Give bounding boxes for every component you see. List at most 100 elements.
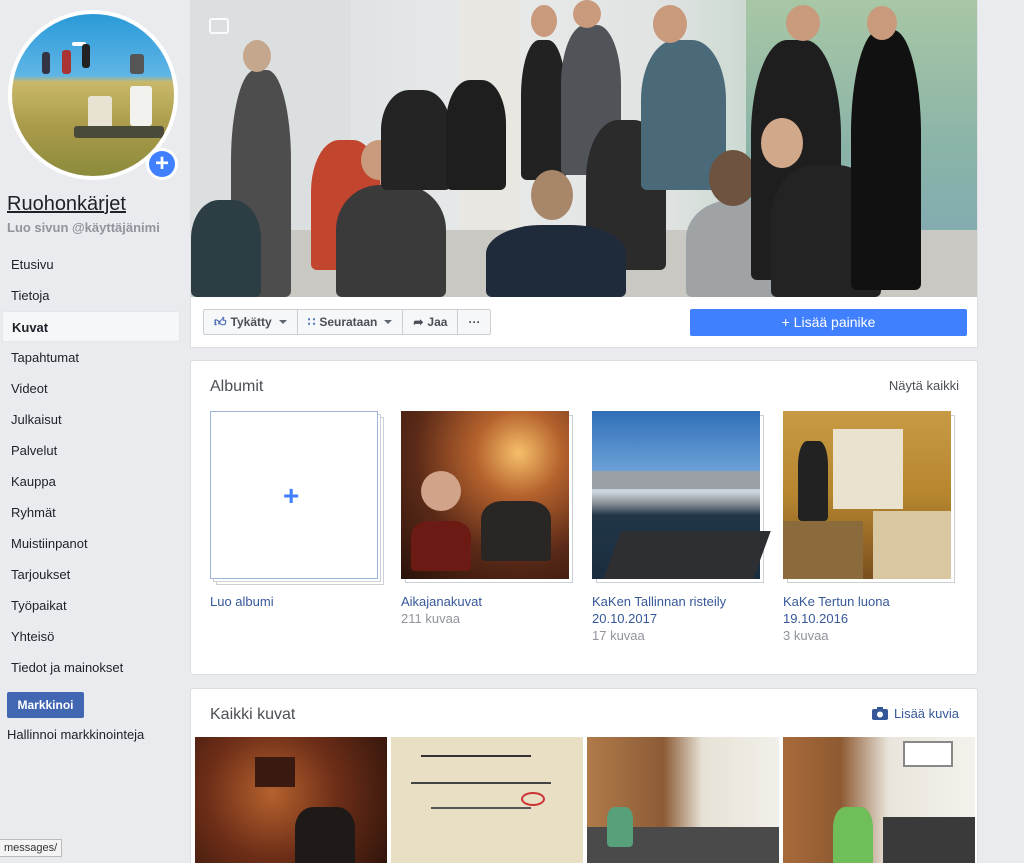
photo-detail: [446, 80, 506, 190]
add-photos-label: Lisää kuvia: [893, 706, 959, 721]
nav-item-tietoja[interactable]: Tietoja: [2, 280, 180, 311]
album-title[interactable]: KaKe Tertun luona 19.10.2016: [783, 594, 890, 626]
album-name[interactable]: KaKe Tertun luona 19.10.2016 3 kuvaa: [783, 593, 958, 644]
photo-detail: [191, 200, 261, 297]
nav-item-kauppa[interactable]: Kauppa: [2, 466, 180, 497]
nav-item-kuvat[interactable]: Kuvat: [2, 311, 180, 342]
share-label: Jaa: [427, 315, 448, 329]
photo-detail: [709, 150, 757, 206]
album-title[interactable]: KaKen Tallinnan risteily 20.10.2017: [592, 594, 726, 626]
photo-detail: [521, 792, 545, 806]
nav-item-yhteiso[interactable]: Yhteisö: [2, 621, 180, 652]
nav-item-ryhmat[interactable]: Ryhmät: [2, 497, 180, 528]
photo-detail: [653, 5, 687, 43]
photo-thumbnail[interactable]: [195, 737, 387, 863]
update-profile-picture-button[interactable]: +: [146, 148, 178, 180]
like-label: Tykätty: [230, 315, 272, 329]
nav-item-videot[interactable]: Videot: [2, 373, 180, 404]
page-actions: 👍︎ Tykätty ∷ Seurataan ➦ Jaa ···: [203, 309, 492, 335]
cover-card: 👍︎ Tykätty ∷ Seurataan ➦ Jaa ··· + Lisää…: [190, 0, 978, 348]
photo-detail: [531, 5, 557, 37]
photo-thumbnail[interactable]: [783, 737, 975, 863]
plus-icon: +: [781, 314, 790, 330]
album-photo-count: 211 kuvaa: [401, 611, 461, 626]
add-photos-button[interactable]: Lisää kuvia: [871, 706, 959, 721]
album-name[interactable]: Aikajanakuvat 211 kuvaa: [401, 593, 576, 627]
plus-icon: +: [283, 480, 300, 511]
album-tallinnan-risteily[interactable]: KaKen Tallinnan risteily 20.10.2017 17 k…: [592, 411, 771, 643]
photo-detail: [607, 807, 633, 847]
album-photo-count: 17 kuvaa: [592, 628, 645, 643]
like-button[interactable]: 👍︎ Tykätty: [204, 310, 298, 334]
nav-item-etusivu[interactable]: Etusivu: [2, 249, 180, 280]
all-photos-title: Kaikki kuvat: [210, 706, 296, 723]
manage-promotions-link[interactable]: Hallinnoi markkinointeja: [7, 727, 144, 742]
nav-item-tapahtumat[interactable]: Tapahtumat: [2, 342, 180, 373]
photo-detail: [761, 118, 803, 168]
nav-item-palvelut[interactable]: Palvelut: [2, 435, 180, 466]
album-title[interactable]: Aikajanakuvat: [401, 594, 482, 609]
photo-detail: [130, 86, 152, 126]
photo-detail: [592, 471, 760, 489]
photo-thumbnail[interactable]: [391, 737, 583, 863]
photo-detail: [411, 782, 551, 784]
nav-item-tiedot-ja-mainokset[interactable]: Tiedot ja mainokset: [2, 652, 180, 683]
photo-detail: [295, 807, 355, 863]
left-column: + Ruohonkärjet Luo sivun @käyttäjänimi E…: [0, 0, 190, 863]
cover-photo[interactable]: [191, 0, 977, 297]
photo-detail: [336, 185, 446, 297]
nav-item-tyopaikat[interactable]: Työpaikat: [2, 590, 180, 621]
photo-detail: [798, 441, 828, 521]
album-cover-image[interactable]: [592, 411, 771, 579]
caret-down-icon: [384, 320, 393, 324]
all-photos-card: Kaikki kuvat Lisää kuvia: [190, 688, 978, 863]
albums-title: Albumit: [210, 378, 264, 395]
album-name[interactable]: KaKen Tallinnan risteily 20.10.2017 17 k…: [592, 593, 767, 644]
photo-detail: [833, 429, 903, 509]
status-bar-url: messages/: [0, 839, 63, 857]
photo-detail: [531, 170, 573, 220]
photo-detail: [255, 757, 295, 787]
share-arrow-icon: ➦: [413, 315, 424, 329]
album-cover-image[interactable]: [401, 411, 569, 579]
photo-detail: [82, 44, 90, 68]
create-album-tile[interactable]: +: [210, 411, 378, 579]
album-tertun-luona[interactable]: KaKe Tertun luona 19.10.2016 3 kuvaa: [783, 411, 955, 643]
plus-icon: +: [149, 151, 175, 177]
photo-detail: [481, 501, 551, 561]
page-name[interactable]: Ruohonkärjet: [7, 193, 126, 216]
photo-detail: [783, 521, 863, 579]
profile-picture[interactable]: +: [8, 10, 178, 180]
photo-detail: [42, 52, 50, 74]
create-username-link[interactable]: Luo sivun @käyttäjänimi: [7, 220, 160, 235]
nav-item-julkaisut[interactable]: Julkaisut: [2, 404, 180, 435]
photo-detail: [867, 6, 897, 40]
see-all-albums-link[interactable]: Näytä kaikki: [889, 378, 959, 393]
photo-detail: [786, 5, 820, 41]
create-album-label[interactable]: Luo albumi: [210, 593, 385, 610]
photo-detail: [431, 807, 531, 809]
album-aikajanakuvat[interactable]: Aikajanakuvat 211 kuvaa: [401, 411, 573, 626]
photo-detail: [243, 40, 271, 72]
nav-item-tarjoukset[interactable]: Tarjoukset: [2, 559, 180, 590]
photo-detail: [421, 755, 531, 757]
page-nav: Etusivu Tietoja Kuvat Tapahtumat Videot …: [2, 249, 180, 683]
thumbs-up-icon: 👍︎: [214, 314, 227, 329]
nav-item-muistiinpanot[interactable]: Muistiinpanot: [2, 528, 180, 559]
photo-detail: [873, 511, 951, 579]
follow-button[interactable]: ∷ Seurataan: [298, 310, 404, 334]
more-options-button[interactable]: ···: [458, 310, 490, 334]
album-cover-image[interactable]: [783, 411, 951, 579]
photo-detail: [573, 0, 601, 28]
photo-thumbnail[interactable]: [587, 737, 779, 863]
photo-detail: [833, 807, 873, 863]
promote-button[interactable]: Markkinoi: [7, 692, 84, 718]
add-button[interactable]: + Lisää painike: [690, 309, 967, 336]
camera-icon: [871, 707, 888, 720]
follow-label: Seurataan: [319, 315, 378, 329]
share-button[interactable]: ➦ Jaa: [403, 310, 459, 334]
photo-detail: [421, 471, 461, 511]
caret-down-icon: [278, 320, 287, 324]
photo-detail: [381, 90, 451, 190]
camera-icon[interactable]: [209, 18, 229, 34]
